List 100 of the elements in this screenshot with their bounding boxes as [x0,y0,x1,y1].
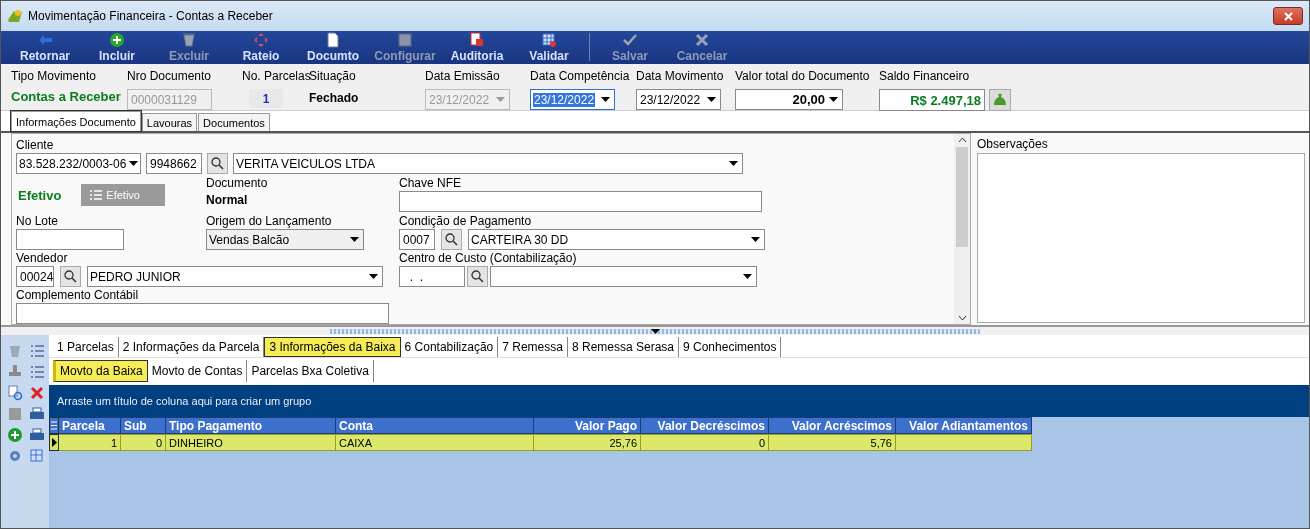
column-header[interactable]: Sub [121,417,166,434]
table-cell: CAIXA [336,434,534,451]
plus-icon [109,32,125,48]
close-icon [29,385,45,401]
column-header[interactable]: Parcela [59,417,121,434]
tab[interactable]: 3 Informações da Baixa [264,337,401,357]
pointer-icon [51,438,57,447]
field-label: No. Parcelas [242,69,309,83]
seller-code-field[interactable]: 00024 [16,266,54,287]
tab[interactable]: Informações Documento [11,111,141,131]
list-icon [29,343,45,359]
gear-icon [7,448,23,464]
caret-icon [751,237,760,242]
printer-icon [29,406,45,422]
column-chooser-button[interactable] [49,417,59,434]
toolbar-button[interactable]: Rateio [225,31,297,63]
chevron-down-icon [957,315,967,321]
status-value: Fechado [309,91,360,105]
field-label: Cliente [16,138,55,152]
money-bag-icon [993,93,1007,107]
toolbar-button[interactable]: Retornar [9,31,81,63]
field-label: Data Emissão [425,69,501,83]
field-label: Origem do Lançamento [206,214,333,228]
balance-field: R$ 2.497,18 [879,89,985,111]
field-label: No Lote [16,214,60,228]
accounting-complement-field[interactable] [16,303,389,324]
column-header[interactable]: Valor Pago [534,417,641,434]
table-cell: 1 [59,434,121,451]
row-indicator[interactable] [49,434,59,451]
table-cell: 5,76 [769,434,896,451]
toolbar-button[interactable]: Incluir [81,31,153,63]
client-id-field[interactable]: 83.528.232/0003-06 [16,153,141,174]
grid-icon [541,32,557,48]
search-button[interactable] [441,229,462,250]
window-title: Movimentação Financeira - Contas a Receber [28,9,274,23]
payment-condition-select[interactable]: CARTEIRA 30 DD [468,229,765,250]
search-button[interactable] [207,153,228,174]
list-icon [90,190,103,200]
column-header[interactable]: Valor Acréscimos [769,417,896,434]
search-button[interactable] [467,266,488,287]
money-bag-button[interactable] [989,89,1011,111]
cost-center-code-field[interactable]: . . [399,266,465,287]
field-label: Documento [206,176,269,190]
toolbar-button[interactable] [5,383,25,403]
caret-icon [128,161,138,166]
caret-icon [601,97,610,102]
close-icon [1283,11,1293,21]
tab[interactable]: Lavouras [141,113,198,131]
app-icon [7,8,23,24]
field-label: Situação [309,69,357,83]
caret-icon [496,97,505,102]
batch-field[interactable] [16,229,124,250]
search-icon [211,157,224,170]
seller-select[interactable]: PEDRO JUNIOR [87,266,383,287]
payment-code-field[interactable]: 0007 [399,229,435,250]
search-button[interactable] [60,266,81,287]
toolbar-button[interactable]: Auditoria [441,31,513,63]
origin-select[interactable]: Vendas Balcão [206,229,364,250]
close-button[interactable] [1273,7,1303,25]
field-label: Complemento Contábil [16,288,140,302]
table-cell: DINHEIRO [166,434,336,451]
field-label: Data Competência [530,69,631,83]
field-label: Observações [977,137,1049,151]
scrollbar[interactable] [954,134,970,324]
search-icon [471,270,484,283]
grid-icon [29,448,45,464]
toolbar-button[interactable]: Documto [297,31,369,63]
date-field[interactable]: 23/12/2022 [636,89,721,110]
column-header[interactable]: Valor Decréscimos [641,417,769,434]
caret-icon [707,97,716,102]
column-header[interactable]: Valor Adiantamentos [896,417,1032,434]
check-icon [622,32,638,48]
tab[interactable]: Documentos [198,113,270,131]
client-code-field[interactable]: 9948662 [146,153,202,174]
field-label: Valor total do Documento [735,69,871,83]
splitter-handle[interactable] [330,328,980,334]
tab[interactable]: Movto da Baixa [53,360,148,382]
caret-icon [829,97,838,102]
table-cell: 25,76 [534,434,641,451]
notes-field[interactable] [977,153,1305,323]
caret-icon [729,161,738,166]
list-icon [51,421,57,430]
table-cell: 0 [641,434,769,451]
field-label: Saldo Financeiro [879,69,971,83]
nfe-key-field[interactable] [399,191,762,212]
trash-icon [181,32,197,48]
date-field[interactable]: 23/12/2022 [530,89,615,110]
total-value-field[interactable]: 20,00 [735,89,843,110]
movement-type: Contas a Receber [11,89,122,104]
client-name-field[interactable]: VERITA VEICULOS LTDA [233,153,743,174]
caret-icon [743,274,752,279]
column-header[interactable]: Tipo Pagamento [166,417,336,434]
refresh-icon [7,385,23,401]
printer-icon [29,427,45,443]
toolbar-button[interactable] [5,425,25,445]
cross-icon [694,32,710,48]
column-header[interactable]: Conta [336,417,534,434]
field-label: Nro Documento [127,69,213,83]
square-icon [7,406,23,422]
toolbar-button[interactable]: Validar [513,31,585,63]
